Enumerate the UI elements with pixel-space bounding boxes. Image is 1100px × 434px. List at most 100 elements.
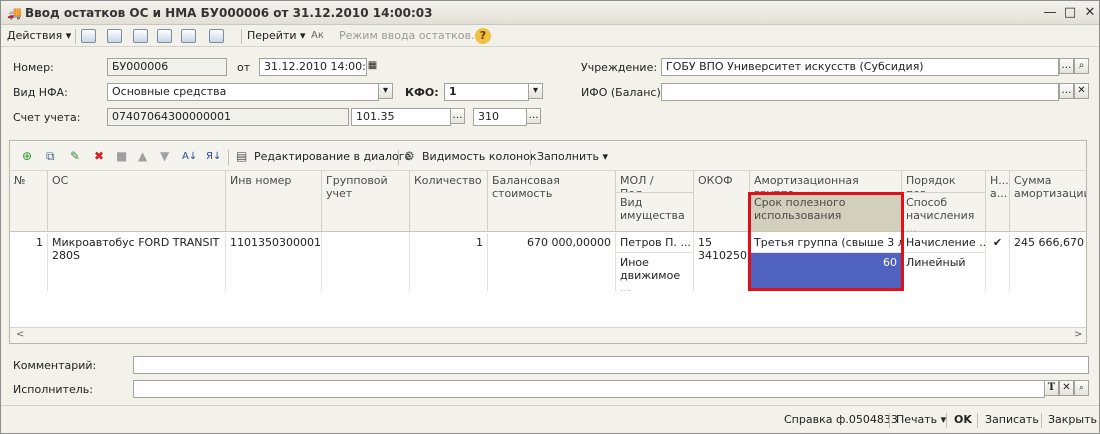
fill-menu[interactable]: Заполнить ▾ [537,150,608,163]
assets-table: ⊕ ⧉ ✎ ✖ ■ ▲ ▼ A↓ Я↓ ▤ Редактирование в д… [9,140,1087,344]
row-inventory-number[interactable]: 1101350300001 [226,233,322,291]
table-row[interactable]: 1 Микроавтобус FORD TRANSIT 280S 1101350… [10,233,1086,291]
close-form-button[interactable]: Закрыть [1048,413,1097,426]
table-toolbar: ⊕ ⧉ ✎ ✖ ■ ▲ ▼ A↓ Я↓ ▤ Редактирование в д… [10,141,1086,171]
main-toolbar: Действия ▾ Перейти ▾ Ак Режим ввода оста… [1,25,1099,47]
col-property-type[interactable]: Вид имущества [616,193,694,231]
horizontal-scrollbar[interactable]: < > [10,327,1086,343]
report-button[interactable]: Справка ф.0504833 [784,413,898,426]
scroll-left-icon[interactable]: < [16,329,24,340]
col-balance-cost[interactable]: Балансовая стоимость [488,171,616,231]
row-method[interactable]: Линейный [902,253,986,291]
ifo-field[interactable] [661,83,1059,101]
date-field[interactable]: 31.12.2010 14:00:03 [259,58,367,76]
edit-in-dialog-button[interactable]: Редактирование в диалоге [254,150,411,163]
delete-icon[interactable]: ✖ [94,150,104,163]
goto-menu[interactable]: Перейти ▾ [247,28,306,44]
post-icon[interactable] [81,29,96,43]
row-amortization-group[interactable]: Третья группа (свыше 3 л... [750,233,902,253]
toolbar-separator [241,29,242,44]
ok-button[interactable]: OK [954,413,972,426]
col-okof[interactable]: ОКОФ [694,171,750,231]
sort-desc-icon[interactable]: Я↓ [206,150,221,163]
move-down-icon[interactable]: ▼ [160,150,169,163]
row-order[interactable]: Начисление ... [902,233,986,253]
institution-field[interactable]: ГОБУ ВПО Университет искусств (Субсидия) [661,58,1059,76]
row-quantity[interactable]: 1 [410,233,488,291]
gear-icon[interactable]: ⚙ [404,150,415,163]
select-button[interactable]: … [1059,83,1074,99]
row-property-type[interactable]: Иное движимое ... [616,253,694,291]
row-group-accounting[interactable] [322,233,410,291]
minimize-button[interactable]: — [1041,4,1059,22]
col-amortization-group[interactable]: Амортизационная группа [750,171,902,193]
text-edit-button[interactable]: T [1044,380,1059,396]
copy-row-icon[interactable]: ⧉ [46,150,55,163]
document-icon: 🚚 [7,6,22,20]
comment-field[interactable] [133,356,1089,374]
row-mol[interactable]: Петров П. ... [616,233,694,253]
account-kosgu-field[interactable]: 101.35 [351,108,451,126]
row-useful-life[interactable]: 60 [750,253,902,291]
close-button[interactable]: ✕ [1081,4,1099,22]
select-button[interactable]: … [1059,58,1074,74]
nfa-select[interactable]: Основные средства [107,83,379,101]
col-group-accounting[interactable]: Групповой учет [322,171,410,231]
move-up-icon[interactable]: ▲ [138,150,147,163]
col-quantity[interactable]: Количество [410,171,488,231]
export-icon[interactable] [157,29,172,43]
input-mode-button[interactable]: Режим ввода остатков... [339,28,481,44]
chevron-down-icon[interactable]: ▾ [528,83,543,99]
select-button[interactable]: … [450,108,465,124]
scroll-right-icon[interactable]: > [1074,329,1082,340]
col-amortization-sum[interactable]: Сумма амортизации [1010,171,1086,231]
dt-kt-icon[interactable]: Ак [311,28,324,44]
executor-field[interactable] [133,380,1045,398]
account-code-field[interactable]: 310 [473,108,527,126]
row-number: 1 [10,233,48,291]
dialog-edit-icon[interactable]: ▤ [236,150,247,163]
document-window: 🚚 Ввод остатков ОС и НМА БУ000006 от 31.… [0,0,1100,434]
status-separator [946,413,947,428]
document-list-icon[interactable] [181,29,196,43]
row-okof[interactable]: 15 3410250 [694,233,750,291]
number-field[interactable]: БУ000006 [107,58,227,76]
account-field[interactable]: 07407064300000001 [107,108,349,126]
chevron-down-icon[interactable]: ▾ [378,83,393,99]
kfo-select[interactable]: 1 [444,83,529,101]
col-os[interactable]: ОС [48,171,226,231]
end-edit-icon[interactable]: ■ [116,150,127,163]
row-amortization-sum[interactable]: 245 666,670 [1010,233,1086,291]
col-useful-life[interactable]: Срок полезного использования [750,193,902,231]
col-inventory-number[interactable]: Инв номер [226,171,322,231]
calendar-icon[interactable]: ▦ [365,59,380,75]
col-order[interactable]: Порядок пог... [902,171,986,193]
col-mol[interactable]: МОЛ / Под... [616,171,694,193]
col-number[interactable]: № [10,171,48,231]
maximize-button[interactable]: □ [1061,4,1079,22]
row-balance-cost[interactable]: 670 000,00000 [488,233,616,291]
move-icon[interactable] [209,29,224,43]
actions-menu[interactable]: Действия ▾ [7,28,71,44]
col-flag[interactable]: Н... а... [986,171,1010,231]
help-icon[interactable]: ? [475,28,491,44]
edit-icon[interactable]: ✎ [70,150,80,163]
columns-visibility-button[interactable]: Видимость колонок [422,150,537,163]
title-bar: 🚚 Ввод остатков ОС и НМА БУ000006 от 31.… [1,1,1099,25]
add-row-icon[interactable]: ⊕ [22,150,32,163]
select-button[interactable]: … [526,108,541,124]
search-icon[interactable]: ⌕ [1074,58,1089,74]
save-button[interactable]: Записать [985,413,1039,426]
search-icon[interactable]: ⌕ [1074,380,1089,396]
copy-icon[interactable] [133,29,148,43]
number-label: Номер: [13,61,54,74]
row-flag-checkbox[interactable]: ✔ [986,233,1010,291]
clear-icon[interactable]: ✕ [1074,83,1089,99]
sort-asc-icon[interactable]: A↓ [182,150,197,163]
row-os[interactable]: Микроавтобус FORD TRANSIT 280S [48,233,226,291]
refresh-icon[interactable] [107,29,122,43]
date-label: от [237,61,251,74]
clear-icon[interactable]: ✕ [1059,380,1074,396]
col-method[interactable]: Способ начисления ... [902,193,986,231]
print-menu[interactable]: Печать ▾ [896,413,946,426]
